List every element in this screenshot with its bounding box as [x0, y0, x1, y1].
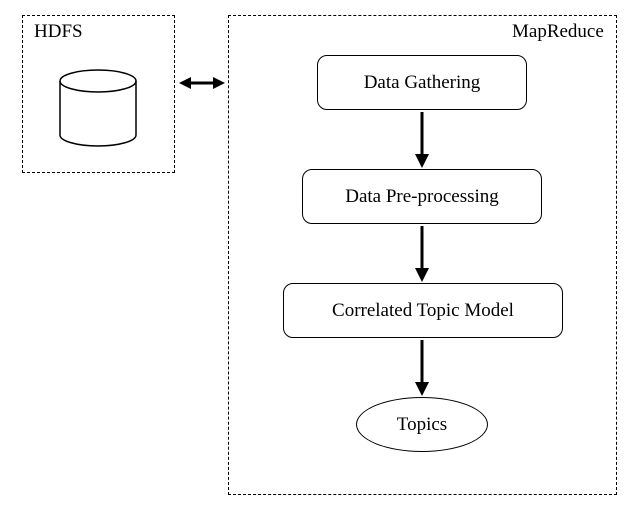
correlated-topic-model-box: Correlated Topic Model [283, 283, 563, 338]
mapreduce-label: MapReduce [512, 21, 604, 43]
correlated-topic-model-label: Correlated Topic Model [332, 300, 514, 322]
data-preprocessing-box: Data Pre-processing [302, 169, 542, 224]
data-preprocessing-label: Data Pre-processing [345, 186, 499, 208]
hdfs-label: HDFS [34, 21, 83, 43]
double-arrow-icon [179, 73, 225, 93]
topics-ellipse: Topics [356, 397, 488, 452]
arrow-down-icon [412, 340, 432, 396]
data-gathering-label: Data Gathering [364, 72, 481, 94]
arrow-down-icon [412, 226, 432, 282]
topics-label: Topics [397, 414, 447, 436]
arrow-down-icon [412, 112, 432, 168]
database-cylinder-icon [58, 69, 138, 147]
data-gathering-box: Data Gathering [317, 55, 527, 110]
